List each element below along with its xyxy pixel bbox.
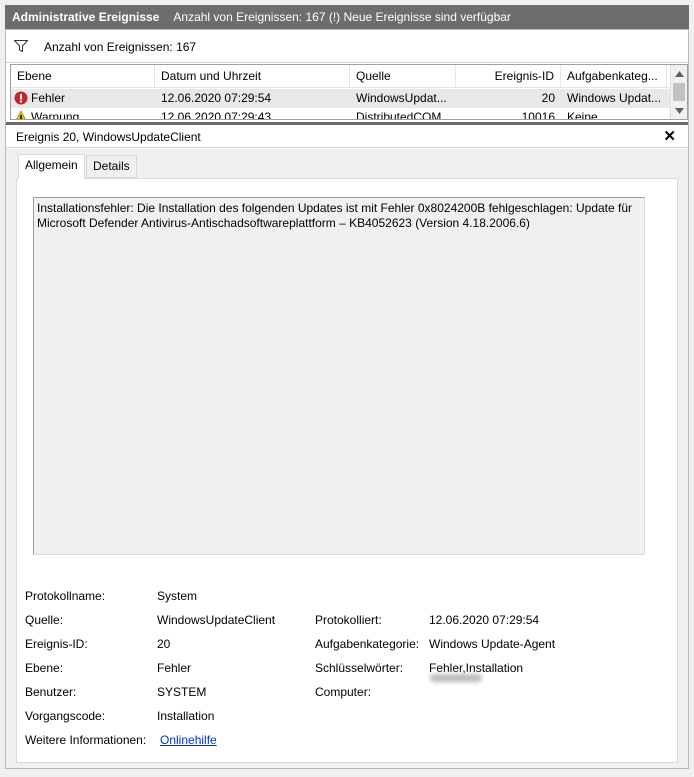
table-header: Ebene Datum und Uhrzeit Quelle Ereignis-… (11, 65, 671, 88)
label-ereignis-id: Ereignis-ID: (25, 637, 88, 651)
row-source: WindowsUpdat... (356, 91, 447, 105)
column-header-ereignis-id[interactable]: Ereignis-ID (456, 65, 561, 88)
online-help-link[interactable]: Onlinehilfe (160, 733, 217, 747)
detail-title: Ereignis 20, WindowsUpdateClient (16, 130, 201, 144)
tab-details[interactable]: Details (86, 155, 137, 178)
value-benutzer: SYSTEM (157, 685, 207, 699)
value-schluesselwoerter: Fehler,Installation (429, 661, 524, 675)
event-view-frame: Anzahl von Ereignissen: 167 Ebene Datum … (5, 29, 689, 769)
label-weitere-informationen: Weitere Informationen: (25, 733, 147, 747)
row-level: Warnung (31, 110, 80, 120)
panel-titlebar: Administrative Ereignisse Anzahl von Ere… (5, 5, 689, 29)
column-header-quelle[interactable]: Quelle (350, 65, 456, 88)
label-protokollname: Protokollname: (25, 589, 106, 603)
warning-icon (16, 110, 26, 119)
close-icon[interactable]: ✕ (663, 127, 676, 145)
tab-allgemein[interactable]: Allgemein (18, 154, 85, 179)
pane-splitter[interactable] (6, 122, 688, 125)
label-benutzer: Benutzer: (25, 685, 77, 699)
event-count-label: Anzahl von Ereignissen: 167 (44, 40, 197, 54)
row-event-id: 20 (541, 91, 555, 105)
column-header-ebene[interactable]: Ebene (11, 65, 155, 88)
scroll-thumb[interactable] (673, 83, 685, 101)
panel-subtitle: Anzahl von Ereignissen: 167 (!) Neue Ere… (173, 10, 511, 24)
column-header-aufgabenkategorie[interactable]: Aufgabenkateg... (561, 65, 667, 88)
filter-bar: Anzahl von Ereignissen: 167 (6, 30, 688, 63)
table-row[interactable]: Warnung 12.06.2020 07:29:43 DistributedC… (11, 108, 671, 120)
column-header-datum[interactable]: Datum und Uhrzeit (155, 65, 350, 88)
table-scrollbar[interactable] (670, 65, 687, 119)
row-datetime: 12.06.2020 07:29:43 (161, 110, 272, 120)
label-quelle: Quelle: (25, 613, 64, 627)
table-row[interactable]: Fehler 12.06.2020 07:29:54 WindowsUpdat.… (11, 89, 671, 108)
value-vorgangscode: Installation (157, 709, 215, 723)
filter-icon[interactable] (14, 40, 28, 52)
label-aufgabenkategorie: Aufgabenkategorie: (315, 637, 420, 651)
row-category: Windows Updat... (567, 91, 662, 105)
value-ereignis-id: 20 (157, 637, 171, 651)
label-ebene: Ebene: (25, 661, 64, 675)
label-vorgangscode: Vorgangscode: (25, 709, 106, 723)
row-category: Keine (567, 110, 598, 120)
value-aufgabenkategorie: Windows Update-Agent (429, 637, 556, 651)
row-datetime: 12.06.2020 07:29:54 (161, 91, 272, 105)
label-schluesselwoerter: Schlüsselwörter: (315, 661, 404, 675)
row-event-id: 10016 (521, 110, 555, 120)
label-protokolliert: Protokolliert: (315, 613, 382, 627)
detail-header: Ereignis 20, WindowsUpdateClient ✕ (6, 126, 688, 148)
label-computer: Computer: (315, 685, 372, 699)
panel-title: Administrative Ereignisse (12, 10, 160, 24)
event-table: Ebene Datum und Uhrzeit Quelle Ereignis-… (10, 64, 688, 120)
row-level: Fehler (31, 91, 66, 105)
general-tab-panel: Installationsfehler: Die Installation de… (16, 178, 678, 763)
value-ebene: Fehler (157, 661, 192, 675)
computer-name-redacted (430, 674, 482, 682)
error-icon (14, 91, 28, 105)
value-protokolliert: 12.06.2020 07:29:54 (429, 613, 540, 627)
event-message-box[interactable]: Installationsfehler: Die Installation de… (33, 197, 645, 555)
scroll-down-arrow[interactable] (671, 102, 687, 119)
value-quelle: WindowsUpdateClient (157, 613, 276, 627)
detail-tabs-area: Allgemein Details Installationsfehler: D… (6, 149, 688, 768)
scroll-up-arrow[interactable] (671, 65, 687, 82)
row-source: DistributedCOM (356, 110, 442, 120)
value-protokollname: System (157, 589, 198, 603)
